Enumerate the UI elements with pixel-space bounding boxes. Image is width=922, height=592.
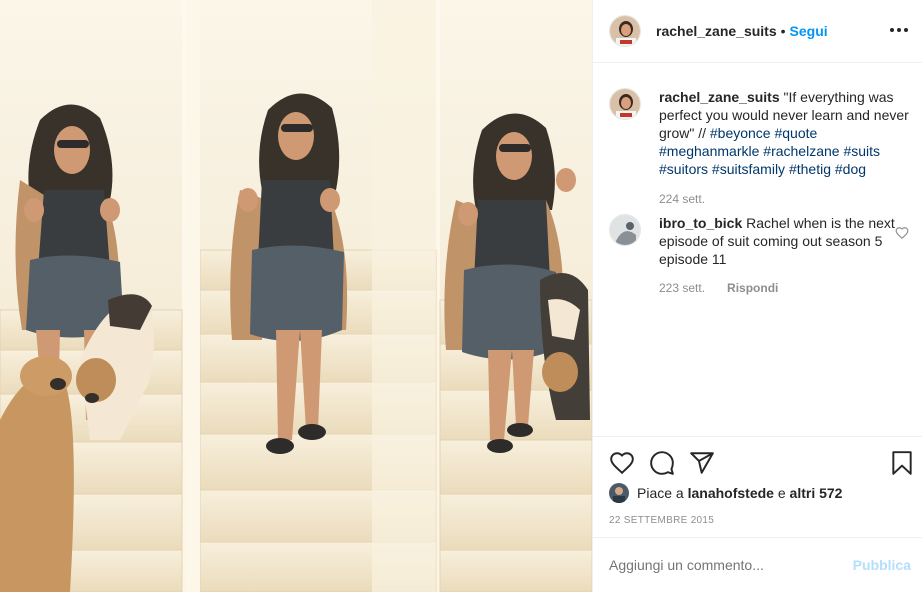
share-icon[interactable]	[689, 450, 715, 476]
hashtag[interactable]: #thetig	[789, 161, 831, 177]
publish-button[interactable]: Pubblica	[853, 557, 911, 573]
likes-prefix: Piace a	[637, 485, 684, 501]
heart-icon[interactable]	[895, 226, 909, 240]
likes-others[interactable]: altri 572	[790, 485, 843, 501]
post-header: rachel_zane_suits • Segui	[593, 0, 922, 63]
caption: rachel_zane_suits "If everything was per…	[609, 88, 909, 218]
caption-username[interactable]: rachel_zane_suits	[659, 89, 780, 105]
bookmark-icon[interactable]	[889, 450, 915, 476]
reply-button[interactable]: Rispondi	[727, 281, 778, 295]
header-username[interactable]: rachel_zane_suits	[656, 23, 777, 39]
hashtag[interactable]: #suitsfamily	[712, 161, 785, 177]
avatar[interactable]	[609, 88, 641, 120]
caption-meta: 224 sett.	[659, 192, 705, 206]
hashtag[interactable]: #dog	[835, 161, 866, 177]
post-actions: Piace a lanahofstede e altri 572 22 sett…	[593, 436, 922, 592]
hashtag[interactable]: #meghanmarkle	[659, 143, 759, 159]
add-comment-bar: Pubblica	[593, 537, 922, 592]
hashtag[interactable]: #rachelzane	[763, 143, 839, 159]
comment-time[interactable]: 223 sett.	[659, 281, 705, 295]
hashtag[interactable]: #beyonce	[710, 125, 771, 141]
follow-button[interactable]: Segui	[790, 23, 828, 39]
hashtag[interactable]: #suits	[843, 143, 880, 159]
post-sidebar: rachel_zane_suits • Segui rachel_zane_su…	[592, 0, 922, 592]
comment-text: ibro_to_bick Rachel when is the next epi…	[659, 214, 909, 268]
hashtag[interactable]: #suitors	[659, 161, 708, 177]
comment-input[interactable]	[609, 557, 839, 573]
comments-list: rachel_zane_suits "If everything was per…	[593, 64, 922, 436]
caption-text: rachel_zane_suits "If everything was per…	[659, 88, 909, 178]
post-photo[interactable]	[0, 0, 592, 592]
likes-summary: Piace a lanahofstede e altri 572	[609, 483, 842, 503]
likes-joiner: e	[777, 485, 786, 501]
comment-meta: 223 sett. Rispondi	[659, 281, 778, 295]
caption-time[interactable]: 224 sett.	[659, 192, 705, 206]
avatar[interactable]	[609, 15, 641, 47]
comment-icon[interactable]	[649, 450, 675, 476]
separator-dot: •	[780, 23, 786, 39]
likes-user[interactable]: lanahofstede	[688, 485, 774, 501]
post-date[interactable]: 22 settembre 2015	[609, 515, 714, 526]
comment-item: ibro_to_bick Rachel when is the next epi…	[609, 214, 909, 304]
comment-username[interactable]: ibro_to_bick	[659, 215, 742, 231]
heart-icon[interactable]	[609, 450, 635, 476]
hashtag[interactable]: #quote	[774, 125, 817, 141]
more-horizontal-icon[interactable]	[887, 18, 911, 42]
avatar[interactable]	[609, 214, 641, 246]
photo-collage	[0, 0, 592, 592]
avatar[interactable]	[609, 483, 629, 503]
